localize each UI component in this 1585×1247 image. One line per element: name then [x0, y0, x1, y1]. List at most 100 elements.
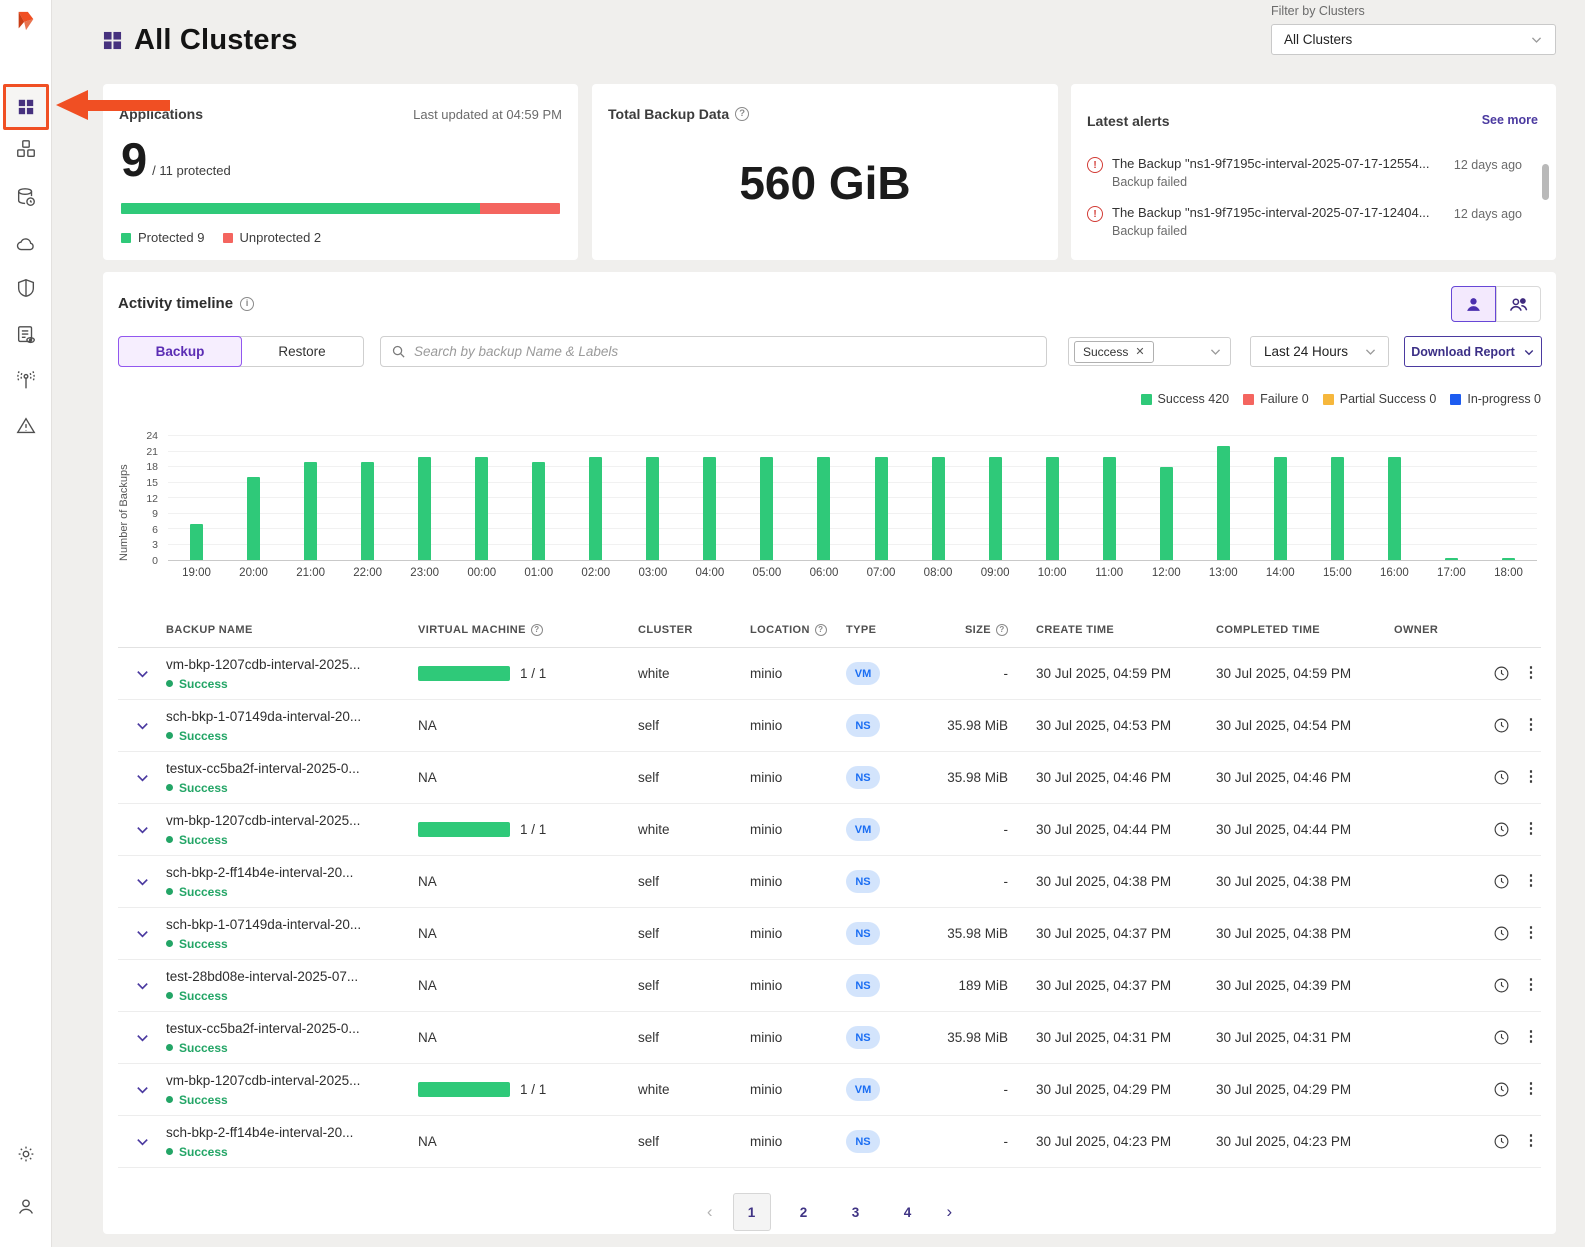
- expand-chevron-icon[interactable]: [118, 874, 166, 889]
- chart-bar[interactable]: [1502, 558, 1515, 560]
- cluster-filter-select[interactable]: All Clusters: [1271, 24, 1556, 55]
- clock-icon[interactable]: [1481, 873, 1521, 890]
- size-cell: -: [940, 1082, 1036, 1097]
- info-icon[interactable]: i: [240, 297, 254, 311]
- tab-backup[interactable]: Backup: [118, 336, 242, 367]
- page-button[interactable]: 4: [889, 1193, 927, 1231]
- time-range-select[interactable]: Last 24 Hours: [1250, 336, 1389, 367]
- chart-bar[interactable]: [361, 462, 374, 560]
- kebab-menu-icon[interactable]: ⋮: [1521, 930, 1541, 936]
- expand-chevron-icon[interactable]: [118, 1082, 166, 1097]
- page-button[interactable]: 1: [733, 1193, 771, 1231]
- chart-bar[interactable]: [532, 462, 545, 560]
- see-more-link[interactable]: See more: [1482, 113, 1538, 127]
- help-icon[interactable]: ?: [815, 624, 827, 636]
- expand-chevron-icon[interactable]: [118, 1030, 166, 1045]
- sidebar-item-alerts[interactable]: [13, 413, 39, 439]
- sidebar-item-settings[interactable]: [13, 1141, 39, 1167]
- expand-chevron-icon[interactable]: [118, 822, 166, 837]
- y-tick-label: 0: [152, 555, 158, 567]
- download-report-button[interactable]: Download Report: [1404, 336, 1542, 367]
- kebab-menu-icon[interactable]: ⋮: [1521, 774, 1541, 780]
- sidebar-item-profile[interactable]: [13, 1194, 39, 1220]
- chart-bar[interactable]: [247, 477, 260, 560]
- clock-icon[interactable]: [1481, 925, 1521, 942]
- chart-bar[interactable]: [703, 457, 716, 560]
- expand-chevron-icon[interactable]: [118, 978, 166, 993]
- chart-bar[interactable]: [817, 457, 830, 560]
- chart-bar[interactable]: [760, 457, 773, 560]
- chart-bar[interactable]: [304, 462, 317, 560]
- kebab-menu-icon[interactable]: ⋮: [1521, 1086, 1541, 1092]
- chip-remove-icon[interactable]: ✕: [1135, 345, 1144, 358]
- expand-chevron-icon[interactable]: [118, 1134, 166, 1149]
- alert-error-icon: !: [1087, 157, 1103, 173]
- clock-icon[interactable]: [1481, 977, 1521, 994]
- sidebar-item-clusters[interactable]: [13, 136, 39, 162]
- expand-chevron-icon[interactable]: [118, 718, 166, 733]
- help-icon[interactable]: ?: [531, 624, 543, 636]
- sidebar-item-reports[interactable]: [13, 322, 39, 348]
- help-icon[interactable]: ?: [996, 624, 1008, 636]
- expand-chevron-icon[interactable]: [118, 770, 166, 785]
- chart-bar[interactable]: [932, 457, 945, 560]
- chart-bar[interactable]: [190, 524, 203, 560]
- total-backup-value: 560 GiB: [592, 156, 1058, 210]
- chart-bar[interactable]: [646, 457, 659, 560]
- sidebar-item-backups[interactable]: [13, 184, 39, 210]
- chart-bar[interactable]: [875, 457, 888, 560]
- clock-icon[interactable]: [1481, 821, 1521, 838]
- clock-icon[interactable]: [1481, 717, 1521, 734]
- sidebar-item-security[interactable]: [13, 275, 39, 301]
- page-button[interactable]: 3: [837, 1193, 875, 1231]
- clock-icon[interactable]: [1481, 1029, 1521, 1046]
- chart-bar[interactable]: [1445, 558, 1458, 560]
- kebab-menu-icon[interactable]: ⋮: [1521, 878, 1541, 884]
- clock-icon[interactable]: [1481, 1133, 1521, 1150]
- chart-bar[interactable]: [1217, 446, 1230, 560]
- x-tick-label: 11:00: [1081, 567, 1137, 579]
- expand-chevron-icon[interactable]: [118, 666, 166, 681]
- x-tick-label: 10:00: [1024, 567, 1080, 579]
- vm-progress-label: 1 / 1: [520, 1082, 546, 1097]
- settings-gear-icon: [15, 1143, 37, 1165]
- clock-icon[interactable]: [1481, 769, 1521, 786]
- chart-bar[interactable]: [1388, 457, 1401, 560]
- expand-chevron-icon[interactable]: [118, 926, 166, 941]
- next-page-button[interactable]: ›: [941, 1202, 959, 1222]
- annotation-arrow: [56, 90, 170, 120]
- chart-bar[interactable]: [589, 457, 602, 560]
- x-tick-label: 02:00: [568, 567, 624, 579]
- kebab-menu-icon[interactable]: ⋮: [1521, 722, 1541, 728]
- chart-bar[interactable]: [1046, 457, 1059, 560]
- kebab-menu-icon[interactable]: ⋮: [1521, 670, 1541, 676]
- sidebar-item-targets[interactable]: [13, 231, 39, 257]
- kebab-menu-icon[interactable]: ⋮: [1521, 826, 1541, 832]
- tab-restore[interactable]: Restore: [241, 337, 363, 366]
- kebab-menu-icon[interactable]: ⋮: [1521, 1034, 1541, 1040]
- chart-bar[interactable]: [1274, 457, 1287, 560]
- sidebar-item-monitoring[interactable]: [13, 368, 39, 394]
- status-filter-select[interactable]: Success ✕: [1068, 337, 1231, 366]
- multi-user-view-button[interactable]: [1496, 286, 1541, 322]
- page-button[interactable]: 2: [785, 1193, 823, 1231]
- app-logo-icon[interactable]: [13, 8, 39, 34]
- backup-restore-tabs: Backup Restore: [118, 336, 364, 367]
- alerts-scrollbar[interactable]: [1542, 164, 1549, 200]
- chart-bar[interactable]: [475, 457, 488, 560]
- chart-bar[interactable]: [1160, 467, 1173, 560]
- chart-bar[interactable]: [989, 457, 1002, 560]
- chart-bar[interactable]: [1331, 457, 1344, 560]
- help-icon[interactable]: ?: [735, 107, 749, 121]
- search-input[interactable]: [414, 344, 1036, 359]
- clock-icon[interactable]: [1481, 1081, 1521, 1098]
- chart-plot: [168, 436, 1537, 561]
- chart-bar[interactable]: [1103, 457, 1116, 560]
- kebab-menu-icon[interactable]: ⋮: [1521, 982, 1541, 988]
- single-user-view-button[interactable]: [1451, 286, 1496, 322]
- clock-icon[interactable]: [1481, 665, 1521, 682]
- chart-bar[interactable]: [418, 457, 431, 560]
- prev-page-button[interactable]: ‹: [701, 1202, 719, 1222]
- kebab-menu-icon[interactable]: ⋮: [1521, 1138, 1541, 1144]
- sidebar-item-dashboard[interactable]: [3, 84, 49, 130]
